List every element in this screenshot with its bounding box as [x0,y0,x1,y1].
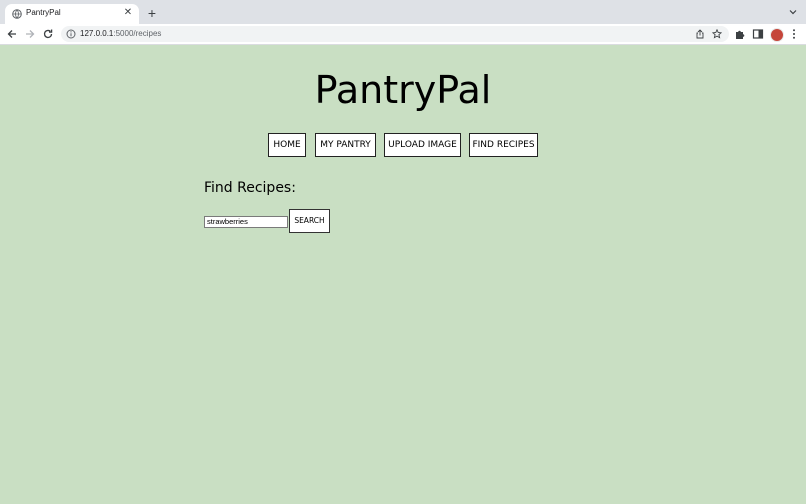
url-path: :5000/recipes [113,29,162,38]
forward-arrow-icon[interactable] [24,28,36,40]
reload-icon[interactable] [42,28,54,40]
address-bar[interactable]: 127.0.0.1:5000/recipes [61,26,729,42]
back-arrow-icon[interactable] [6,28,18,40]
new-tab-icon[interactable]: + [145,6,159,20]
share-icon[interactable] [695,29,705,39]
profile-avatar[interactable] [770,28,784,42]
find-recipes-heading: Find Recipes: [204,180,296,196]
side-panel-icon[interactable] [752,28,764,40]
site-info-icon[interactable] [66,29,76,39]
ingredient-search-input[interactable]: strawberries [204,216,288,228]
extensions-puzzle-icon[interactable] [734,28,746,40]
nav-find-recipes-button[interactable]: FIND RECIPES [469,133,538,157]
nav-upload-image-button[interactable]: UPLOAD IMAGE [384,133,461,157]
url-host: 127.0.0.1 [80,29,114,38]
browser-tab[interactable]: PantryPal ✕ [5,4,139,24]
address-url: 127.0.0.1:5000/recipes [80,28,161,40]
globe-icon [12,9,22,19]
site-title: PantryPal [314,68,492,112]
browser-toolbar: 127.0.0.1:5000/recipes [0,24,806,45]
tab-close-icon[interactable]: ✕ [122,7,134,19]
tab-search-chevron-icon[interactable] [788,7,798,17]
browser-tab-strip: PantryPal ✕ + [0,0,806,24]
bookmark-star-icon[interactable] [712,29,722,39]
search-button[interactable]: SEARCH [289,209,330,233]
nav-home-button[interactable]: HOME [268,133,306,157]
nav-my-pantry-button[interactable]: MY PANTRY [315,133,376,157]
more-menu-icon[interactable] [788,28,800,40]
tab-title: PantryPal [26,8,61,17]
